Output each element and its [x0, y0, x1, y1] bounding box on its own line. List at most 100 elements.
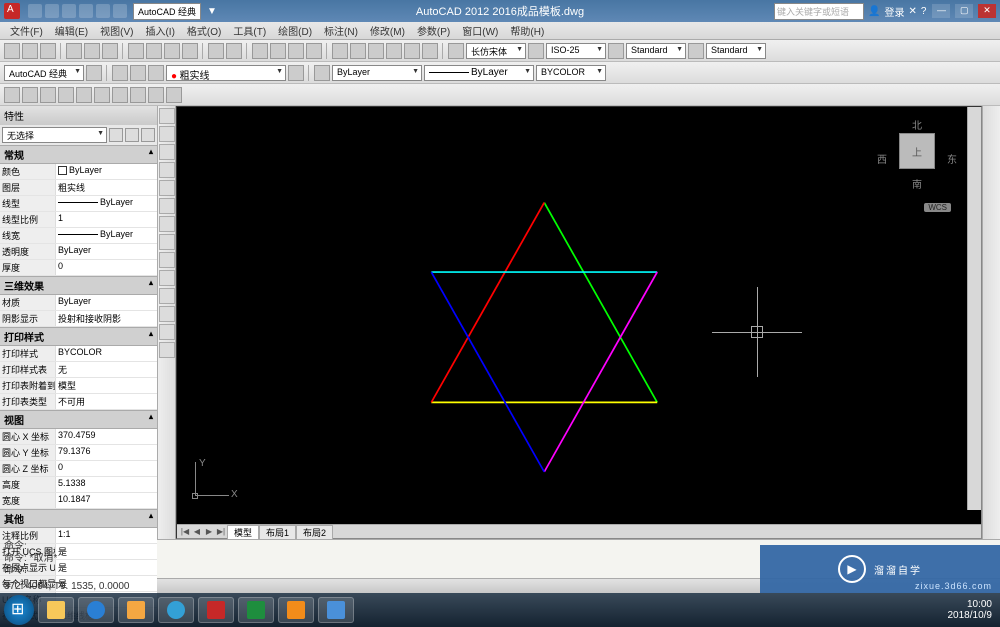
menu-help[interactable]: 帮助(H) [504, 23, 550, 38]
qat-save-icon[interactable] [62, 4, 76, 18]
layer-state-icon[interactable] [130, 65, 146, 81]
dim-ang-icon[interactable] [112, 87, 128, 103]
calc-icon[interactable] [422, 43, 438, 59]
menu-format[interactable]: 格式(O) [181, 23, 227, 38]
prop-row[interactable]: 线型比例1 [0, 212, 157, 228]
prop-value[interactable]: 0 [56, 260, 157, 275]
maximize-button[interactable]: ▢ [955, 4, 973, 18]
prop-value[interactable]: BYCOLOR [56, 346, 157, 361]
workspace-combo2[interactable]: AutoCAD 经典 [4, 65, 84, 81]
undo-icon[interactable] [208, 43, 224, 59]
prop-row[interactable]: 圆心 Z 坐标0 [0, 461, 157, 477]
prop-value[interactable]: 79.1376 [56, 445, 157, 460]
dim-tol-icon[interactable] [166, 87, 182, 103]
block-icon[interactable] [159, 288, 175, 304]
prop-section-header[interactable]: 三维效果 [0, 276, 157, 295]
publish-icon[interactable] [102, 43, 118, 59]
qat-new-icon[interactable] [28, 4, 42, 18]
prop-value[interactable]: 370.4759 [56, 429, 157, 444]
exchange-icon[interactable]: ✕ [908, 6, 916, 17]
gear-icon[interactable] [86, 65, 102, 81]
help-search-input[interactable]: 键入关键字或短语 [774, 3, 864, 20]
taskbar-paint[interactable] [318, 597, 354, 623]
prop-row[interactable]: 材质ByLayer [0, 295, 157, 311]
hatch-icon[interactable] [159, 252, 175, 268]
bylayer-icon[interactable] [314, 65, 330, 81]
tab-last-icon[interactable]: ▶| [215, 527, 227, 536]
prop-row[interactable]: 厚度0 [0, 260, 157, 276]
prop-row[interactable]: 透明度ByLayer [0, 244, 157, 260]
table-style-combo[interactable]: Standard [706, 43, 766, 59]
prop-row[interactable]: 线型ByLayer [0, 196, 157, 212]
qat-print-icon[interactable] [113, 4, 127, 18]
prop-value[interactable]: ByLayer [56, 164, 157, 179]
zoom-icon[interactable] [270, 43, 286, 59]
markup-icon[interactable] [404, 43, 420, 59]
redo-icon[interactable] [226, 43, 242, 59]
viewcube-north[interactable]: 北 [912, 117, 922, 132]
combo-dropdown-icon[interactable]: ▼ [207, 6, 217, 17]
style-combo[interactable]: Standard [626, 43, 686, 59]
color-combo[interactable]: ByLayer [332, 65, 422, 81]
taskbar-ie[interactable] [78, 597, 114, 623]
table-icon[interactable] [688, 43, 704, 59]
tab-next-icon[interactable]: ▶ [203, 527, 215, 536]
zoom-prev-icon[interactable] [306, 43, 322, 59]
preview-icon[interactable] [84, 43, 100, 59]
prop-value[interactable]: 10.1847 [56, 493, 157, 508]
menu-param[interactable]: 参数(P) [411, 23, 456, 38]
new-icon[interactable] [4, 43, 20, 59]
tab-layout2[interactable]: 布局2 [296, 525, 333, 539]
prop-row[interactable]: 打印样式表无 [0, 362, 157, 378]
help-icon[interactable]: ? [921, 6, 927, 17]
dim-base-icon[interactable] [148, 87, 164, 103]
open-icon[interactable] [22, 43, 38, 59]
pick-icon[interactable] [109, 128, 123, 142]
save-icon[interactable] [40, 43, 56, 59]
taskbar-folder[interactable] [118, 597, 154, 623]
prop-value[interactable]: ByLayer [56, 228, 157, 243]
point-icon[interactable] [159, 270, 175, 286]
prop-row[interactable]: 线宽ByLayer [0, 228, 157, 244]
circle-icon[interactable] [159, 198, 175, 214]
viewcube-south[interactable]: 南 [912, 176, 922, 191]
menu-insert[interactable]: 插入(I) [139, 23, 180, 38]
cut-icon[interactable] [128, 43, 144, 59]
viewcube-west[interactable]: 西 [877, 151, 887, 166]
prop-row[interactable]: 打印表类型不可用 [0, 394, 157, 410]
taskbar-calendar[interactable] [278, 597, 314, 623]
rect-icon[interactable] [159, 162, 175, 178]
prop-row[interactable]: 图层粗实线 [0, 180, 157, 196]
taskbar-browser[interactable] [158, 597, 194, 623]
tab-first-icon[interactable]: |◀ [179, 527, 191, 536]
text-icon[interactable] [448, 43, 464, 59]
prop-row[interactable]: 宽度10.1847 [0, 493, 157, 509]
tab-model[interactable]: 模型 [227, 525, 259, 539]
dim-cont-icon[interactable] [130, 87, 146, 103]
viewcube[interactable]: 北 西 上 东 南 [877, 117, 957, 207]
prop-value[interactable]: ByLayer [56, 196, 157, 211]
prop-value[interactable]: 无 [56, 362, 157, 377]
layer-next-icon[interactable] [288, 65, 304, 81]
dim-linear-icon[interactable] [4, 87, 20, 103]
prop-section-header[interactable]: 视图 [0, 410, 157, 429]
paste-icon[interactable] [164, 43, 180, 59]
prop-row[interactable]: 高度5.1338 [0, 477, 157, 493]
minimize-button[interactable]: — [932, 4, 950, 18]
prop-value[interactable]: ByLayer [56, 295, 157, 310]
system-tray[interactable]: 10:00 2018/10/9 [948, 599, 997, 621]
menu-window[interactable]: 窗口(W) [456, 23, 504, 38]
prop-value[interactable]: 模型 [56, 378, 157, 393]
wcs-badge[interactable]: WCS [924, 203, 951, 212]
copy-icon[interactable] [146, 43, 162, 59]
tab-prev-icon[interactable]: ◀ [191, 527, 203, 536]
prop-value[interactable]: 投射和接收阴影 [56, 311, 157, 326]
viewcube-east[interactable]: 东 [947, 151, 957, 166]
dim-arc-icon[interactable] [40, 87, 56, 103]
selection-combo[interactable]: 无选择 [2, 127, 107, 143]
prop-section-header[interactable]: 常规 [0, 145, 157, 164]
prop-row[interactable]: 颜色ByLayer [0, 164, 157, 180]
menu-dim[interactable]: 标注(N) [318, 23, 364, 38]
print-icon[interactable] [66, 43, 82, 59]
app-logo[interactable] [4, 3, 20, 19]
